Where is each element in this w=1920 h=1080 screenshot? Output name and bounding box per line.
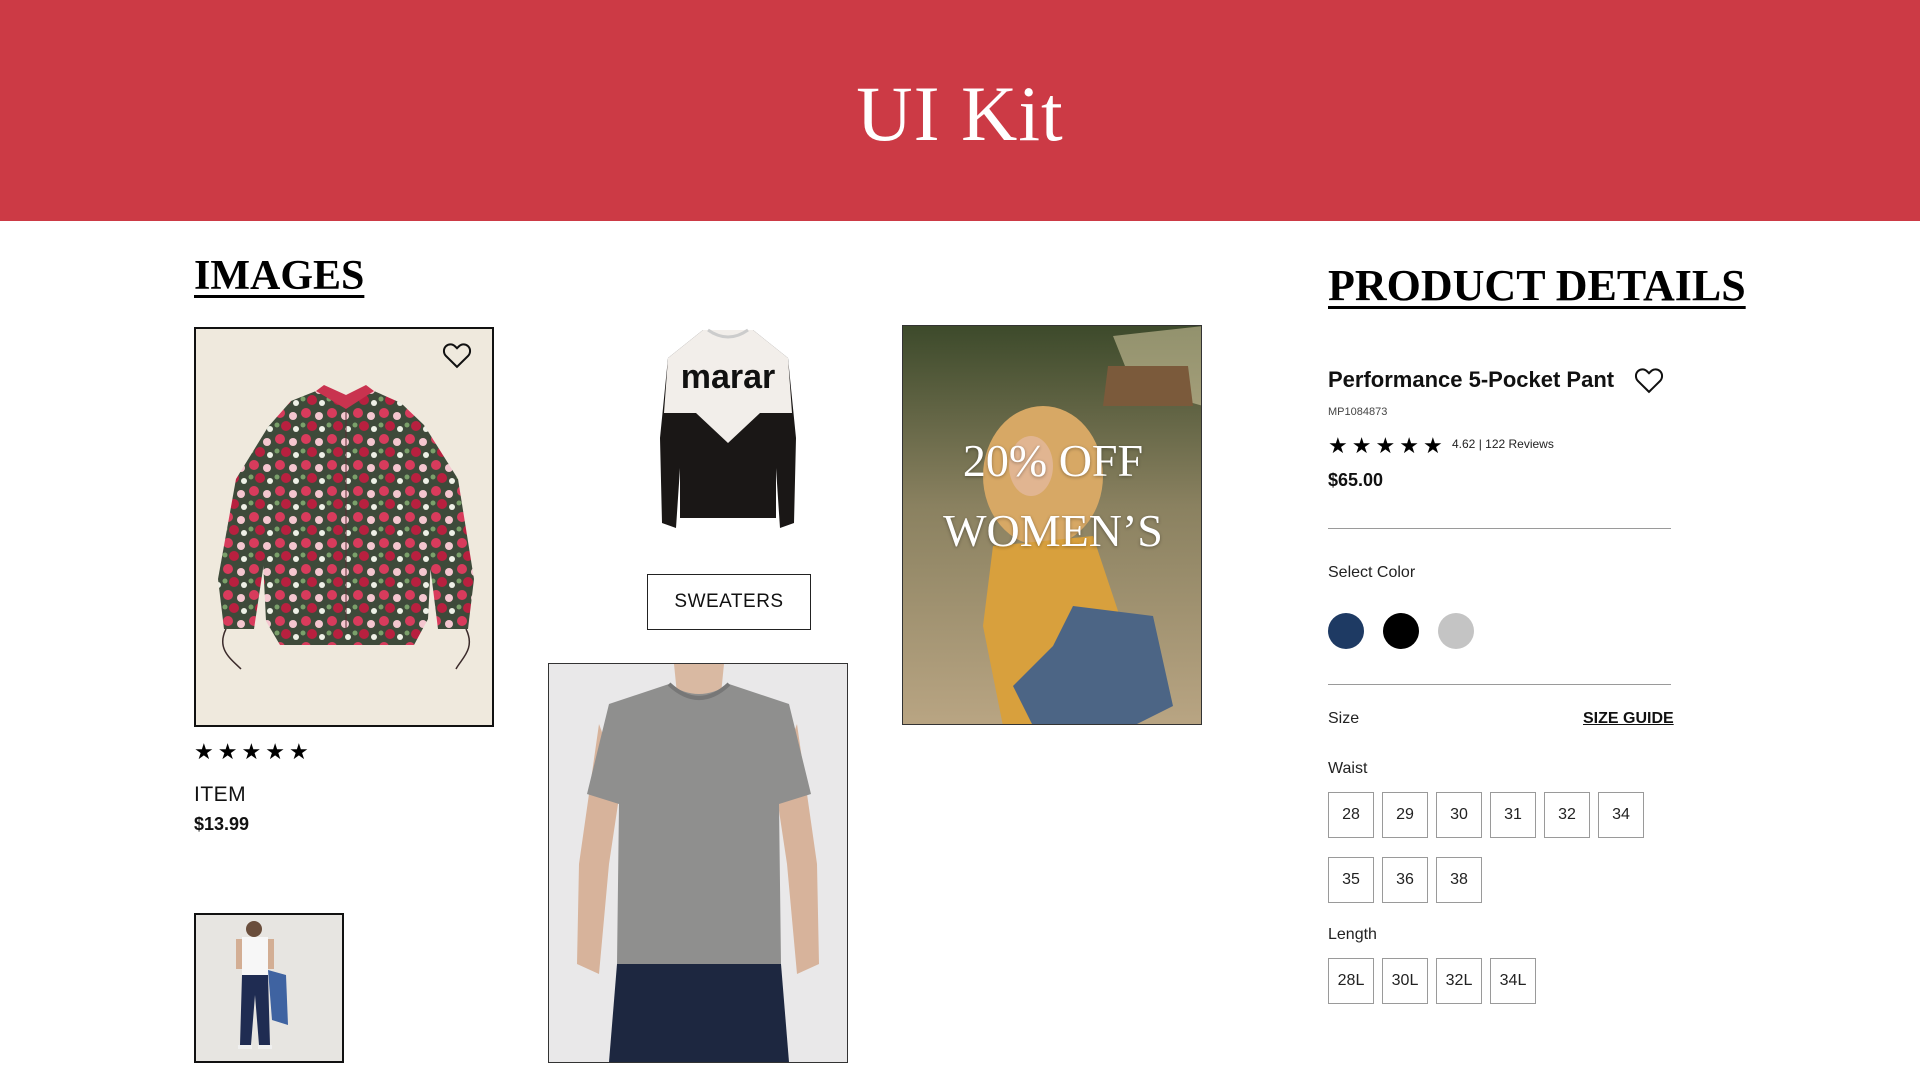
length-size-option[interactable]: 28L bbox=[1328, 958, 1374, 1004]
waist-size-option[interactable]: 30 bbox=[1436, 792, 1482, 838]
card-rating-stars: ★ ★ ★ ★ ★ bbox=[194, 741, 309, 763]
product-details-title: PRODUCT DETAILS bbox=[1328, 261, 1746, 310]
star-icon: ★ bbox=[194, 739, 214, 764]
tshirt-model-image bbox=[548, 663, 848, 1063]
length-label: Length bbox=[1328, 926, 1377, 943]
color-swatch-black[interactable] bbox=[1383, 613, 1419, 649]
promo-banner[interactable]: 20% OFF WOMEN’S bbox=[902, 325, 1202, 725]
waist-label: Waist bbox=[1328, 760, 1368, 777]
waist-size-option[interactable]: 35 bbox=[1328, 857, 1374, 903]
divider bbox=[1328, 528, 1671, 529]
favorite-heart-icon[interactable] bbox=[442, 341, 472, 372]
svg-text:marar: marar bbox=[681, 358, 776, 396]
star-icon: ★ bbox=[1375, 433, 1396, 458]
color-swatch-gray[interactable] bbox=[1438, 613, 1474, 649]
waist-size-option[interactable]: 28 bbox=[1328, 792, 1374, 838]
waist-size-option[interactable]: 29 bbox=[1382, 792, 1428, 838]
waist-size-option[interactable]: 34 bbox=[1598, 792, 1644, 838]
product-rating-stars: ★ ★ ★ ★ ★ bbox=[1328, 435, 1443, 457]
star-icon: ★ bbox=[1422, 433, 1443, 458]
length-size-option[interactable]: 30L bbox=[1382, 958, 1428, 1004]
waist-size-option[interactable]: 36 bbox=[1382, 857, 1428, 903]
page-title: UI Kit bbox=[856, 69, 1064, 157]
promo-line-2: WOMEN’S bbox=[943, 505, 1163, 556]
color-swatch-navy[interactable] bbox=[1328, 613, 1364, 649]
star-icon: ★ bbox=[217, 739, 238, 764]
sweaters-button[interactable]: SWEATERS bbox=[647, 574, 811, 630]
star-icon: ★ bbox=[1351, 433, 1372, 458]
header-banner: UI Kit bbox=[0, 0, 1920, 221]
card-item-price: $13.99 bbox=[194, 814, 250, 834]
star-icon: ★ bbox=[265, 739, 285, 764]
size-guide-link[interactable]: SIZE GUIDE bbox=[1583, 710, 1674, 728]
product-price: $65.00 bbox=[1328, 470, 1384, 490]
images-section-title: IMAGES bbox=[194, 253, 365, 299]
length-size-option[interactable]: 34L bbox=[1490, 958, 1536, 1004]
floral-blouse-image bbox=[218, 385, 474, 670]
select-color-label: Select Color bbox=[1328, 564, 1416, 581]
size-label: Size bbox=[1328, 710, 1360, 727]
star-icon: ★ bbox=[288, 739, 309, 764]
star-icon: ★ bbox=[241, 739, 262, 764]
waist-size-option[interactable]: 31 bbox=[1490, 792, 1536, 838]
small-model-image bbox=[194, 913, 344, 1063]
promo-line-1: 20% OFF bbox=[962, 435, 1144, 486]
star-icon: ★ bbox=[1399, 433, 1419, 458]
product-sku: MP1084873 bbox=[1328, 406, 1388, 418]
card-item-label: ITEM bbox=[194, 783, 247, 806]
waist-size-option[interactable]: 32 bbox=[1544, 792, 1590, 838]
product-favorite-heart-icon[interactable] bbox=[1634, 366, 1664, 397]
product-name: Performance 5-Pocket Pant bbox=[1328, 367, 1615, 392]
product-rating-text[interactable]: 4.62 | 122 Reviews bbox=[1452, 437, 1554, 451]
length-size-option[interactable]: 32L bbox=[1436, 958, 1482, 1004]
waist-size-option[interactable]: 38 bbox=[1436, 857, 1482, 903]
sweater-image: marar bbox=[648, 318, 808, 540]
product-card-image[interactable] bbox=[194, 327, 494, 727]
divider bbox=[1328, 684, 1671, 685]
star-icon: ★ bbox=[1328, 433, 1348, 458]
